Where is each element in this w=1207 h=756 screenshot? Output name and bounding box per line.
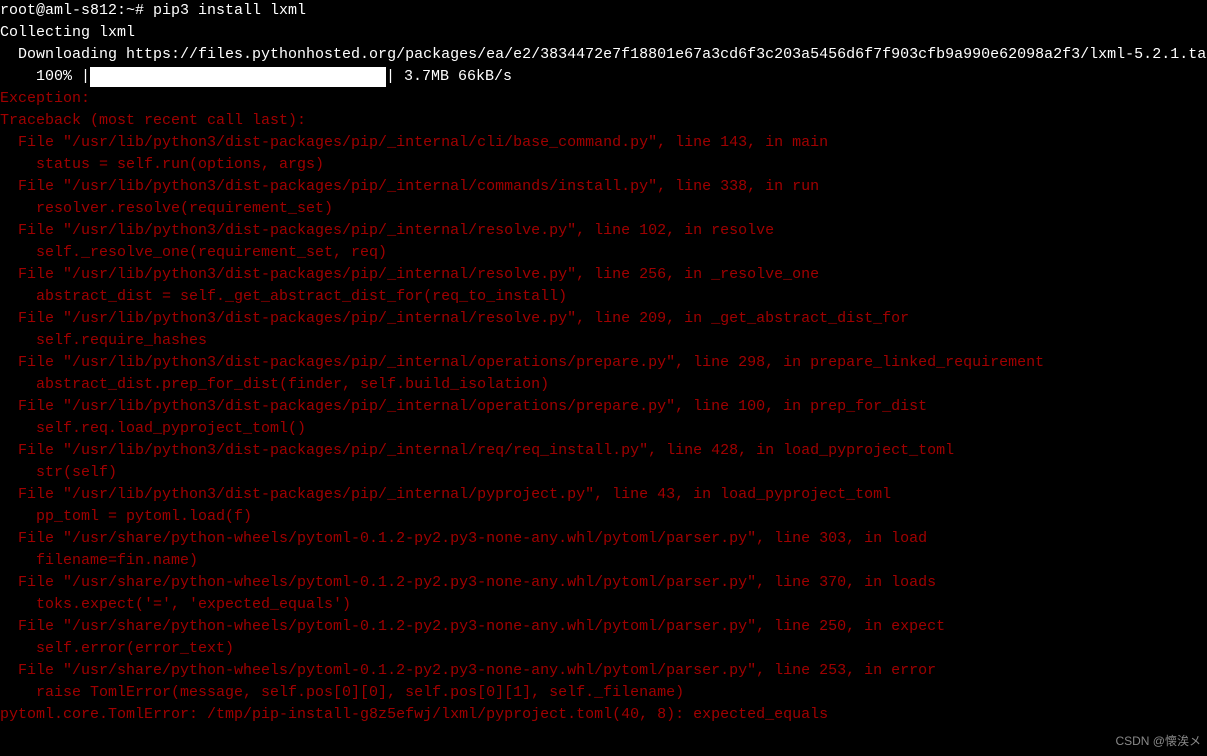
traceback-code-line: abstract_dist.prep_for_dist(finder, self… (0, 374, 1207, 396)
exception-header: Exception: (0, 88, 1207, 110)
traceback-code-line: toks.expect('=', 'expected_equals') (0, 594, 1207, 616)
traceback-file-line: File "/usr/share/python-wheels/pytoml-0.… (0, 660, 1207, 682)
traceback-file-line: File "/usr/lib/python3/dist-packages/pip… (0, 264, 1207, 286)
progress-right: | 3.7MB 66kB/s (386, 66, 512, 88)
download-line: Downloading https://files.pythonhosted.o… (0, 44, 1207, 66)
traceback-file-line: File "/usr/lib/python3/dist-packages/pip… (0, 176, 1207, 198)
progress-percent: 100% | (0, 66, 90, 88)
traceback-file-line: File "/usr/lib/python3/dist-packages/pip… (0, 220, 1207, 242)
traceback-file-line: File "/usr/lib/python3/dist-packages/pip… (0, 484, 1207, 506)
watermark-text: CSDN @懐涘メ (1115, 730, 1201, 752)
traceback-code-line: pp_toml = pytoml.load(f) (0, 506, 1207, 528)
traceback-code-line: str(self) (0, 462, 1207, 484)
traceback-file-line: File "/usr/share/python-wheels/pytoml-0.… (0, 528, 1207, 550)
traceback-file-line: File "/usr/lib/python3/dist-packages/pip… (0, 132, 1207, 154)
traceback-code-line: self._resolve_one(requirement_set, req) (0, 242, 1207, 264)
traceback-code-line: abstract_dist = self._get_abstract_dist_… (0, 286, 1207, 308)
traceback-file-line: File "/usr/lib/python3/dist-packages/pip… (0, 440, 1207, 462)
traceback-file-line: File "/usr/share/python-wheels/pytoml-0.… (0, 572, 1207, 594)
traceback-file-line: File "/usr/lib/python3/dist-packages/pip… (0, 396, 1207, 418)
traceback-code-line: filename=fin.name) (0, 550, 1207, 572)
traceback-code-line: resolver.resolve(requirement_set) (0, 198, 1207, 220)
traceback-file-line: File "/usr/lib/python3/dist-packages/pip… (0, 352, 1207, 374)
traceback-code-line: raise TomlError(message, self.pos[0][0],… (0, 682, 1207, 704)
terminal-output: root@aml-s812:~# pip3 install lxml Colle… (0, 0, 1207, 726)
traceback-code-line: status = self.run(options, args) (0, 154, 1207, 176)
traceback-file-line: File "/usr/share/python-wheels/pytoml-0.… (0, 616, 1207, 638)
traceback-code-line: self.error(error_text) (0, 638, 1207, 660)
final-error: pytoml.core.TomlError: /tmp/pip-install-… (0, 704, 1207, 726)
prompt-line[interactable]: root@aml-s812:~# pip3 install lxml (0, 0, 1207, 22)
progress-bar-icon (90, 67, 386, 87)
traceback-code-line: self.require_hashes (0, 330, 1207, 352)
collecting-line: Collecting lxml (0, 22, 1207, 44)
traceback-file-line: File "/usr/lib/python3/dist-packages/pip… (0, 308, 1207, 330)
traceback-header: Traceback (most recent call last): (0, 110, 1207, 132)
progress-line: 100% | | 3.7MB 66kB/s (0, 66, 512, 88)
traceback-code-line: self.req.load_pyproject_toml() (0, 418, 1207, 440)
